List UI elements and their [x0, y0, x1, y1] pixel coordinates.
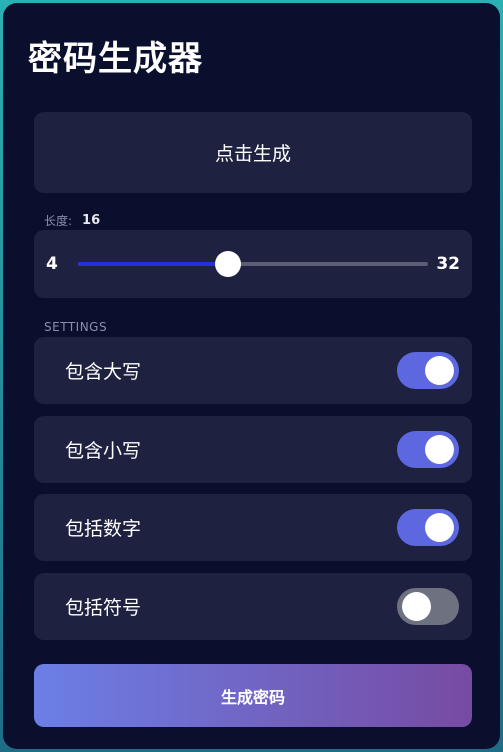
option-symbols[interactable]: 包括符号: [34, 573, 472, 640]
slider-thumb[interactable]: [215, 251, 241, 277]
length-value: 16: [82, 213, 101, 228]
page-title: 密码生成器: [28, 39, 203, 79]
length-label-row: 长度: 16: [44, 212, 100, 229]
settings-header: SETTINGS: [44, 320, 108, 334]
option-label: 包括符号: [65, 597, 142, 619]
lowercase-toggle[interactable]: [397, 431, 459, 468]
toggle-knob: [425, 356, 454, 385]
slider-min-label: 4: [46, 254, 58, 274]
uppercase-toggle[interactable]: [397, 352, 459, 389]
password-generator-card: 密码生成器 点击生成 长度: 16 4 32 SETTINGS 包含大写 包含小…: [3, 3, 500, 749]
toggle-knob: [425, 513, 454, 542]
generate-password-button[interactable]: 生成密码: [34, 664, 472, 727]
slider-fill: [78, 262, 228, 266]
toggle-knob: [425, 435, 454, 464]
slider-max-label: 32: [436, 254, 460, 274]
option-label: 包含小写: [65, 440, 142, 462]
symbols-toggle[interactable]: [397, 588, 459, 625]
option-numbers[interactable]: 包括数字: [34, 494, 472, 561]
length-label: 长度:: [44, 214, 73, 228]
password-display[interactable]: 点击生成: [34, 112, 472, 193]
length-slider-panel: 4 32: [34, 230, 472, 298]
password-display-text: 点击生成: [214, 143, 291, 165]
length-slider[interactable]: [78, 251, 428, 277]
option-lowercase[interactable]: 包含小写: [34, 416, 472, 483]
numbers-toggle[interactable]: [397, 509, 459, 546]
option-uppercase[interactable]: 包含大写: [34, 337, 472, 404]
option-label: 包括数字: [65, 518, 142, 540]
toggle-knob: [402, 592, 431, 621]
option-label: 包含大写: [65, 361, 142, 383]
